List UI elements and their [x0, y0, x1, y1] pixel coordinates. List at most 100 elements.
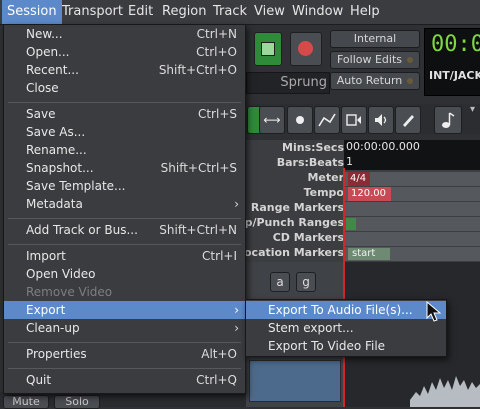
- ruler-tempo[interactable]: 120.00: [344, 186, 480, 201]
- tempo-marker[interactable]: 120.00: [348, 187, 391, 201]
- draw-tool-button[interactable]: [314, 106, 340, 134]
- play-button[interactable]: [254, 32, 282, 66]
- item-label: Remove Video: [26, 285, 113, 299]
- menu-region[interactable]: Region: [157, 0, 212, 24]
- follow-edits-led-icon: [407, 57, 414, 63]
- session-menu: New... Ctrl+N Open... Ctrl+O Recent... Shif…: [3, 24, 246, 394]
- ruler-barsbeats[interactable]: 1: [344, 155, 480, 170]
- track-strip[interactable]: [249, 360, 341, 402]
- toolbar-overflow-icon[interactable]: ▾: [470, 104, 480, 115]
- item-accel: Ctrl+N: [196, 27, 237, 41]
- item-label: Properties: [26, 347, 87, 361]
- submenu-arrow-icon: ›: [234, 303, 239, 317]
- loop-marker[interactable]: [346, 218, 356, 230]
- item-label: Quit: [26, 373, 52, 387]
- auto-return-button[interactable]: Auto Return: [330, 72, 420, 90]
- menu-item-open-video[interactable]: Open Video: [4, 265, 245, 283]
- minsecs-value: 00:00:00.000: [346, 140, 420, 153]
- menu-item-close[interactable]: Close: [4, 79, 245, 97]
- menu-item-metadata[interactable]: Metadata ›: [4, 195, 245, 213]
- menu-separator: [8, 244, 241, 245]
- ruler-meter[interactable]: 4/4: [344, 171, 480, 186]
- record-button[interactable]: [290, 32, 322, 66]
- item-label: Open...: [26, 45, 70, 59]
- audio-tool-button[interactable]: [368, 106, 394, 134]
- menu-edit[interactable]: Edit: [123, 0, 158, 24]
- menu-item-export-audio[interactable]: Export To Audio File(s)...: [246, 301, 446, 319]
- menu-item-open[interactable]: Open... Ctrl+O: [4, 43, 245, 61]
- track-a-button[interactable]: a: [270, 272, 290, 292]
- menu-item-quit[interactable]: Quit Ctrl+Q: [4, 371, 245, 389]
- meter-marker[interactable]: 4/4: [348, 172, 370, 186]
- follow-edits-button[interactable]: Follow Edits: [330, 51, 420, 69]
- range-tool-button[interactable]: ⟷: [259, 106, 285, 134]
- item-label: Import: [26, 249, 66, 263]
- range-arrows-icon: ⟷: [263, 113, 281, 127]
- menu-item-save-as[interactable]: Save As...: [4, 123, 245, 141]
- item-label: Export To Audio File(s)...: [268, 303, 413, 317]
- menu-separator: [8, 218, 241, 219]
- menu-view[interactable]: View: [249, 0, 290, 24]
- record-icon: [298, 41, 313, 56]
- menu-item-add-track[interactable]: Add Track or Bus... Shift+Ctrl+N: [4, 221, 245, 239]
- menubar: Session Transport Edit Region Track View…: [0, 0, 480, 25]
- item-accel: Shift+Ctrl+O: [158, 63, 237, 77]
- item-label: Add Track or Bus...: [26, 223, 138, 237]
- menu-help[interactable]: Help: [345, 0, 385, 24]
- item-label: Snapshot...: [26, 161, 94, 175]
- item-label: New...: [26, 27, 63, 41]
- item-label: Metadata: [26, 197, 83, 211]
- ruler-minsecs[interactable]: 00:00:00.000: [344, 140, 480, 155]
- item-label: Stem export...: [268, 321, 354, 335]
- ruler-cd-markers[interactable]: [344, 231, 480, 246]
- item-label: Save: [26, 107, 56, 121]
- stop-icon: [261, 42, 275, 56]
- track-g-button[interactable]: g: [296, 272, 316, 292]
- clock-source-label: INT/JACK: [429, 69, 480, 82]
- menu-item-properties[interactable]: Properties Alt+O: [4, 345, 245, 363]
- menu-session[interactable]: Session: [2, 0, 62, 24]
- region-icon: [346, 114, 361, 126]
- menu-item-stem-export[interactable]: Stem export...: [246, 319, 446, 337]
- submenu-arrow-icon: ›: [234, 197, 239, 211]
- ruler-range-markers[interactable]: [344, 201, 480, 216]
- menu-item-save-template[interactable]: Save Template...: [4, 177, 245, 195]
- menu-item-rename[interactable]: Rename...: [4, 141, 245, 159]
- primary-clock[interactable]: 00:0 INT/JACK: [424, 28, 480, 96]
- mouse-cursor-icon: [426, 301, 442, 322]
- menu-transport[interactable]: Transport: [57, 0, 128, 24]
- menu-item-clean-up[interactable]: Clean-up ›: [4, 319, 245, 337]
- internal-button[interactable]: Internal: [330, 30, 420, 48]
- menu-item-import[interactable]: Import Ctrl+I: [4, 247, 245, 265]
- item-label: Export To Video File: [268, 339, 386, 353]
- note-icon: [442, 112, 455, 128]
- ruler-loop-punch[interactable]: [344, 216, 480, 231]
- ruler-location-markers[interactable]: start: [344, 246, 480, 261]
- menu-item-save[interactable]: Save Ctrl+S: [4, 105, 245, 123]
- pencil-tool-button[interactable]: [395, 106, 421, 134]
- menu-item-recent[interactable]: Recent... Shift+Ctrl+O: [4, 61, 245, 79]
- submenu-arrow-icon: ›: [234, 321, 239, 335]
- start-marker[interactable]: start: [348, 248, 390, 260]
- speaker-icon: [375, 114, 387, 126]
- item-label: Recent...: [26, 63, 79, 77]
- sprung-display[interactable]: Sprung: [246, 72, 330, 94]
- item-label: Clean-up: [26, 321, 80, 335]
- menu-separator: [8, 102, 241, 103]
- menu-item-snapshot[interactable]: Snapshot... Shift+Ctrl+S: [4, 159, 245, 177]
- content-tool-button[interactable]: [341, 106, 367, 134]
- item-accel: Ctrl+O: [196, 45, 237, 59]
- menu-separator: [8, 342, 241, 343]
- menu-item-remove-video: Remove Video: [4, 283, 245, 301]
- menu-window[interactable]: Window: [287, 0, 348, 24]
- bars-value: 1: [346, 155, 353, 168]
- auto-return-led-icon: [407, 78, 414, 84]
- item-accel: Alt+O: [201, 347, 237, 361]
- menu-track[interactable]: Track: [208, 0, 252, 24]
- menu-item-new[interactable]: New... Ctrl+N: [4, 25, 245, 43]
- midi-tool-button[interactable]: [434, 106, 462, 134]
- clock-digits: 00:0: [431, 32, 480, 57]
- menu-item-export-video[interactable]: Export To Video File: [246, 337, 446, 355]
- audition-tool-button[interactable]: [287, 106, 313, 134]
- menu-item-export[interactable]: Export ›: [4, 301, 245, 319]
